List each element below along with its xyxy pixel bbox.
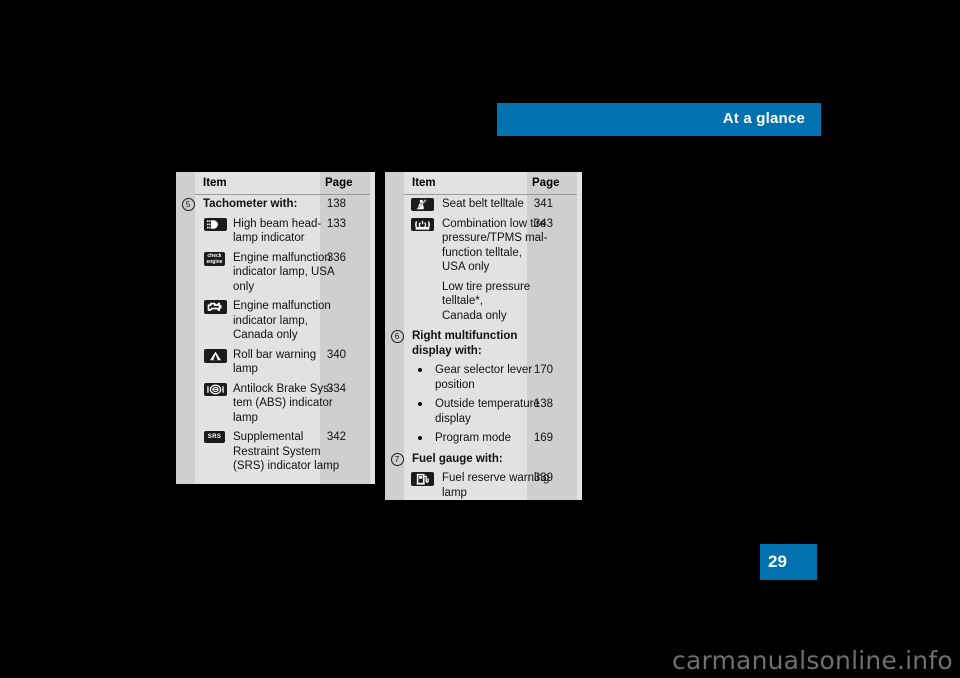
table-row: 5 Tachometer with: 138 xyxy=(176,195,375,212)
bullet-dot xyxy=(418,436,422,440)
srs-icon: SRS xyxy=(204,431,225,443)
bullet-dot xyxy=(418,402,422,406)
table-row: Combination low tire pressure/TPMS mal-fu… xyxy=(385,212,582,275)
item-label: Tachometer with: xyxy=(203,198,298,210)
page-reference: 170 xyxy=(533,364,553,376)
bullet-dot xyxy=(418,368,422,372)
page-reference: 138 xyxy=(533,398,553,410)
table-row: 6 Right multifunction display with: xyxy=(385,323,582,358)
check-engine-icon: check engine xyxy=(204,251,225,266)
page-reference: 339 xyxy=(533,472,553,484)
item-label: Fuel gauge with: xyxy=(412,452,503,465)
column-header-page: Page xyxy=(325,177,353,189)
page-number-tab: 29 xyxy=(760,544,817,580)
engine-outline-icon xyxy=(204,300,227,314)
page-reference: 336 xyxy=(326,251,346,264)
spec-table-left: Item Page 5 Tachometer with: 138 High beam … xyxy=(176,172,375,484)
watermark: carmanualsonline.info xyxy=(672,646,953,675)
telltale-icon-cell xyxy=(204,300,227,314)
telltale-icon-cell xyxy=(204,217,227,231)
page-reference: 334 xyxy=(326,382,346,395)
table-row: Outside temperature display 138 xyxy=(385,392,582,426)
page-title: At a glance xyxy=(722,110,805,127)
fuel-reserve-icon xyxy=(411,472,434,486)
item-label: Right multifunction display with: xyxy=(412,330,518,357)
item-label: Low tire pressure telltale*, Canada only xyxy=(442,280,531,322)
circled-number: 7 xyxy=(390,452,404,466)
table-row: Seat belt telltale 341 xyxy=(385,195,582,212)
table-row: 7 Fuel gauge with: xyxy=(385,446,582,467)
item-label: Engine malfunction indicator lamp, Canada … xyxy=(233,300,331,341)
telltale-icon-cell xyxy=(204,382,227,396)
table-header-row: Item Page xyxy=(176,172,375,195)
column-header-item: Item xyxy=(203,177,227,189)
circled-number: 5 xyxy=(181,198,195,211)
table-row: Fuel reserve warning lamp 339 xyxy=(385,466,582,500)
telltale-icon-cell xyxy=(204,348,227,363)
table-row: High beam head-lamp indicator 133 xyxy=(176,212,375,246)
page-reference: 340 xyxy=(326,348,346,361)
abs-icon xyxy=(204,382,227,396)
telltale-icon-cell xyxy=(411,472,434,486)
table-row: Gear selector lever position 170 xyxy=(385,358,582,392)
table-body: Seat belt telltale 341 Combination low tir… xyxy=(385,195,582,500)
telltale-icon-cell xyxy=(411,198,434,211)
circled-number: 6 xyxy=(390,330,404,343)
table-body: 5 Tachometer with: 138 High beam head-lamp … xyxy=(176,195,375,474)
item-number: 5 xyxy=(180,198,196,211)
page-reference: 169 xyxy=(533,432,553,444)
page-reference: 133 xyxy=(326,217,346,230)
table-row: Engine malfunction indicator lamp, Canada … xyxy=(176,294,375,343)
column-header-item: Item xyxy=(412,177,436,189)
telltale-icon-cell xyxy=(411,217,434,231)
high-beam-headlamp-icon xyxy=(204,217,227,231)
column-header-page: Page xyxy=(532,177,560,189)
telltale-icon-cell: check engine xyxy=(204,251,225,266)
table-row: check engine Engine malfunction indicator l… xyxy=(176,246,375,295)
spec-table-right: Item Page Seat belt telltale 341 Combinati… xyxy=(385,172,582,500)
roll-bar-warning-icon xyxy=(204,348,227,363)
table-row: SRS Supplemental Restraint System (SRS) ind… xyxy=(176,425,375,474)
telltale-icon-cell: SRS xyxy=(204,431,225,443)
tire-pressure-icon xyxy=(411,217,434,231)
table-row: Antilock Brake Sys-tem (ABS) indicator la… xyxy=(176,377,375,426)
page-reference: 342 xyxy=(326,431,346,443)
page-number: 29 xyxy=(768,552,787,571)
table-row: Low tire pressure telltale*, Canada only xyxy=(385,275,582,324)
item-number: 7 xyxy=(389,452,405,466)
table-row: Program mode 169 xyxy=(385,426,582,446)
page-reference: 343 xyxy=(533,217,553,230)
table-row: Roll bar warning lamp 340 xyxy=(176,343,375,377)
page-reference: 138 xyxy=(326,198,346,210)
table-header-row: Item Page xyxy=(385,172,582,195)
item-number: 6 xyxy=(389,330,405,343)
header-banner: At a glance xyxy=(497,103,821,136)
page-reference: 341 xyxy=(533,198,553,210)
seat-belt-telltale-icon xyxy=(411,198,434,211)
